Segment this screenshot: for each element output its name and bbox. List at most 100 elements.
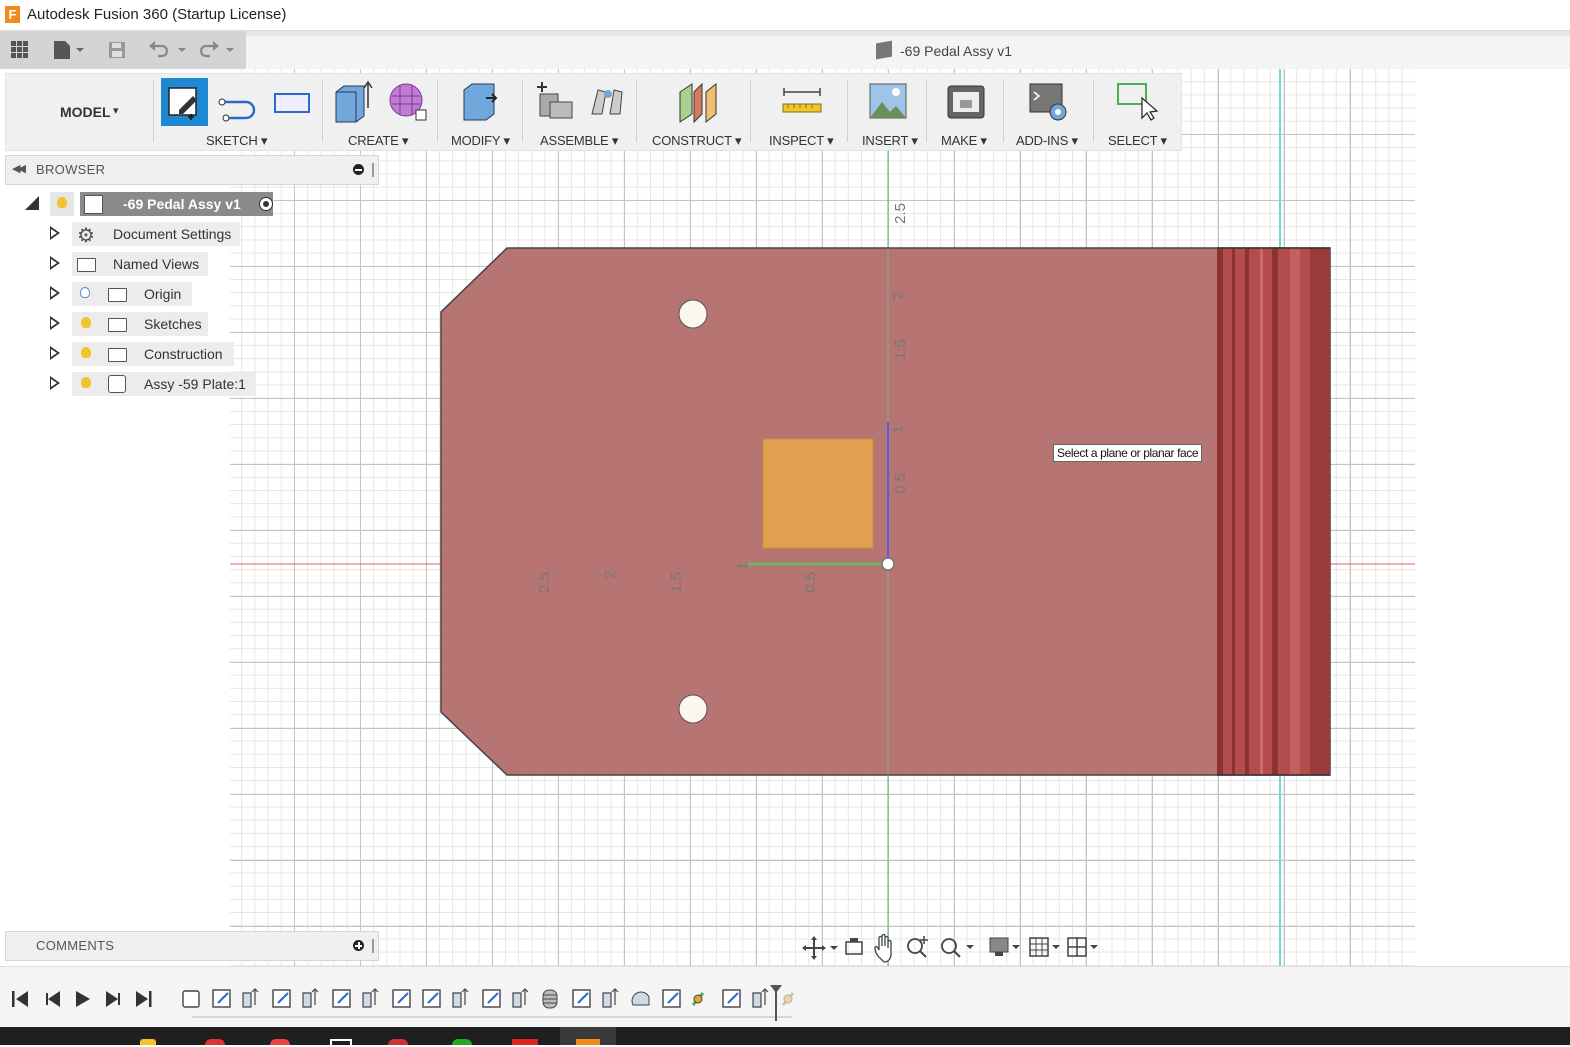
undo-icon[interactable] <box>148 40 188 65</box>
timeline-joint-icon <box>691 992 705 1006</box>
expand-icon[interactable] <box>50 346 60 360</box>
app-grid-icon[interactable] <box>10 40 30 65</box>
add-comment-icon[interactable] <box>353 940 364 951</box>
save-icon[interactable] <box>107 40 127 65</box>
play-icon <box>76 991 90 1007</box>
workspace-label: MODEL <box>60 104 111 120</box>
expand-icon[interactable] <box>50 226 60 240</box>
inspect-menu[interactable]: INSPECT ▾ <box>769 133 834 149</box>
measure-button[interactable] <box>780 78 824 126</box>
select-button[interactable] <box>1114 78 1159 126</box>
fit-icon <box>941 938 974 958</box>
visibility-bulb-icon[interactable] <box>81 377 91 388</box>
taskbar-app-icon[interactable] <box>205 1039 225 1045</box>
make-menu[interactable]: MAKE ▾ <box>941 133 987 149</box>
offset-plane-button[interactable] <box>676 78 720 126</box>
browser-item-component[interactable]: Assy -59 Plate:1 <box>48 372 263 396</box>
panel-pin-icon[interactable] <box>372 939 374 953</box>
rectangle-tool-button[interactable] <box>272 78 312 126</box>
line-tool-button[interactable] <box>216 78 262 126</box>
taskbar-explorer-icon[interactable] <box>140 1039 156 1045</box>
insert-image-button[interactable] <box>866 78 910 126</box>
expand-icon[interactable] <box>50 316 60 330</box>
expand-icon[interactable] <box>50 376 60 390</box>
visibility-bulb-icon[interactable] <box>57 197 67 208</box>
browser-header[interactable]: ◀◀ BROWSER <box>5 155 379 185</box>
collapse-panel-icon[interactable]: ◀◀ <box>12 162 26 175</box>
extrude-button[interactable] <box>332 78 376 126</box>
activate-radio-icon[interactable] <box>259 197 273 211</box>
workspace-switcher[interactable]: MODEL ▾ <box>10 78 150 144</box>
timeline-marker-icon <box>770 985 782 1021</box>
fusion-logo-icon: F <box>5 6 20 23</box>
add-ins-menu[interactable]: ADD-INS ▾ <box>1016 133 1078 149</box>
expand-icon[interactable] <box>50 256 60 270</box>
visibility-bulb-off-icon[interactable] <box>80 287 90 298</box>
scripts-addins-button[interactable] <box>1026 78 1070 126</box>
3d-print-button[interactable] <box>944 78 988 126</box>
timeline-extrude-icon <box>242 992 252 1008</box>
construct-menu[interactable]: CONSTRUCT ▾ <box>652 133 742 149</box>
taskbar-app-icon[interactable] <box>330 1039 352 1047</box>
expand-icon[interactable] <box>50 286 60 300</box>
visibility-bulb-icon[interactable] <box>81 347 91 358</box>
measure-icon <box>782 88 822 113</box>
create-sketch-button[interactable] <box>161 78 208 126</box>
new-component-button[interactable] <box>532 78 576 126</box>
browser-item-document-settings[interactable]: ⚙ Document Settings <box>48 222 240 247</box>
taskbar-app-icon[interactable] <box>270 1039 290 1045</box>
browser-item-origin[interactable]: Origin <box>48 282 198 306</box>
taskbar-fusion-icon[interactable] <box>576 1039 600 1045</box>
assemble-menu[interactable]: ASSEMBLE ▾ <box>540 133 618 149</box>
modify-menu[interactable]: MODIFY ▾ <box>451 133 510 149</box>
toolbar-separator <box>153 80 154 142</box>
browser-item-sketches[interactable]: Sketches <box>48 312 218 336</box>
timeline-extrude-icon <box>752 992 762 1008</box>
root-component-label: -69 Pedal Assy v1 <box>123 196 241 212</box>
browser-item-construction[interactable]: Construction <box>48 342 238 366</box>
rectangle-tool-icon <box>274 93 310 113</box>
insert-image-icon <box>869 83 907 119</box>
browser-root-row[interactable]: -69 Pedal Assy v1 <box>20 192 280 216</box>
timeline-features[interactable] <box>180 983 800 1023</box>
press-pull-button[interactable] <box>458 78 502 126</box>
insert-menu[interactable]: INSERT ▾ <box>862 133 918 149</box>
redo-icon[interactable] <box>198 40 238 65</box>
origin-point <box>881 557 895 571</box>
taskbar-app-icon[interactable] <box>452 1039 472 1045</box>
press-pull-icon <box>463 83 498 121</box>
ruler-h-label: 2 <box>601 570 619 579</box>
timeline-suppressed-feature-icon <box>781 992 795 1006</box>
browser-item-label: Sketches <box>144 316 202 332</box>
viewport-canvas[interactable]: 2.5 2 1.5 1 0.5 2.5 2 1.5 1 0.5 <box>230 69 1415 966</box>
minimize-panel-icon[interactable] <box>353 164 364 175</box>
timeline-extrude-icon <box>362 992 372 1008</box>
taskbar-app-icon[interactable] <box>388 1039 408 1045</box>
ruler-h-label: 1 <box>734 562 752 571</box>
form-button[interactable] <box>386 78 430 126</box>
window-title: Autodesk Fusion 360 (Startup License) <box>27 6 287 23</box>
toolbar-separator <box>847 80 848 142</box>
ruler-v-label: 1 <box>889 425 907 434</box>
select-face-tooltip: Select a plane or planar face <box>1053 444 1203 462</box>
browser-item-label: Origin <box>144 286 182 302</box>
toolbar-separator <box>437 80 438 142</box>
pan-icon <box>874 933 892 963</box>
joint-button[interactable] <box>586 78 630 126</box>
create-sketch-icon <box>168 87 197 120</box>
select-menu[interactable]: SELECT ▾ <box>1108 133 1167 149</box>
sketch-menu[interactable]: SKETCH ▾ <box>206 133 267 149</box>
ruler-h-label: 0.5 <box>801 572 819 593</box>
browser-item-label: Construction <box>144 346 223 362</box>
collapse-icon[interactable] <box>25 196 39 210</box>
ruler-v-label: 2.5 <box>891 203 909 224</box>
create-menu[interactable]: CREATE ▾ <box>348 133 409 149</box>
taskbar-app-icon[interactable] <box>512 1039 538 1045</box>
file-menu-icon[interactable] <box>52 40 86 65</box>
visibility-bulb-icon[interactable] <box>81 317 91 328</box>
browser-item-named-views[interactable]: Named Views <box>48 252 218 276</box>
folder-icon <box>77 258 96 272</box>
panel-pin-icon[interactable] <box>372 163 374 177</box>
comments-header[interactable]: COMMENTS <box>5 931 379 961</box>
toolbar-separator <box>1003 80 1004 142</box>
